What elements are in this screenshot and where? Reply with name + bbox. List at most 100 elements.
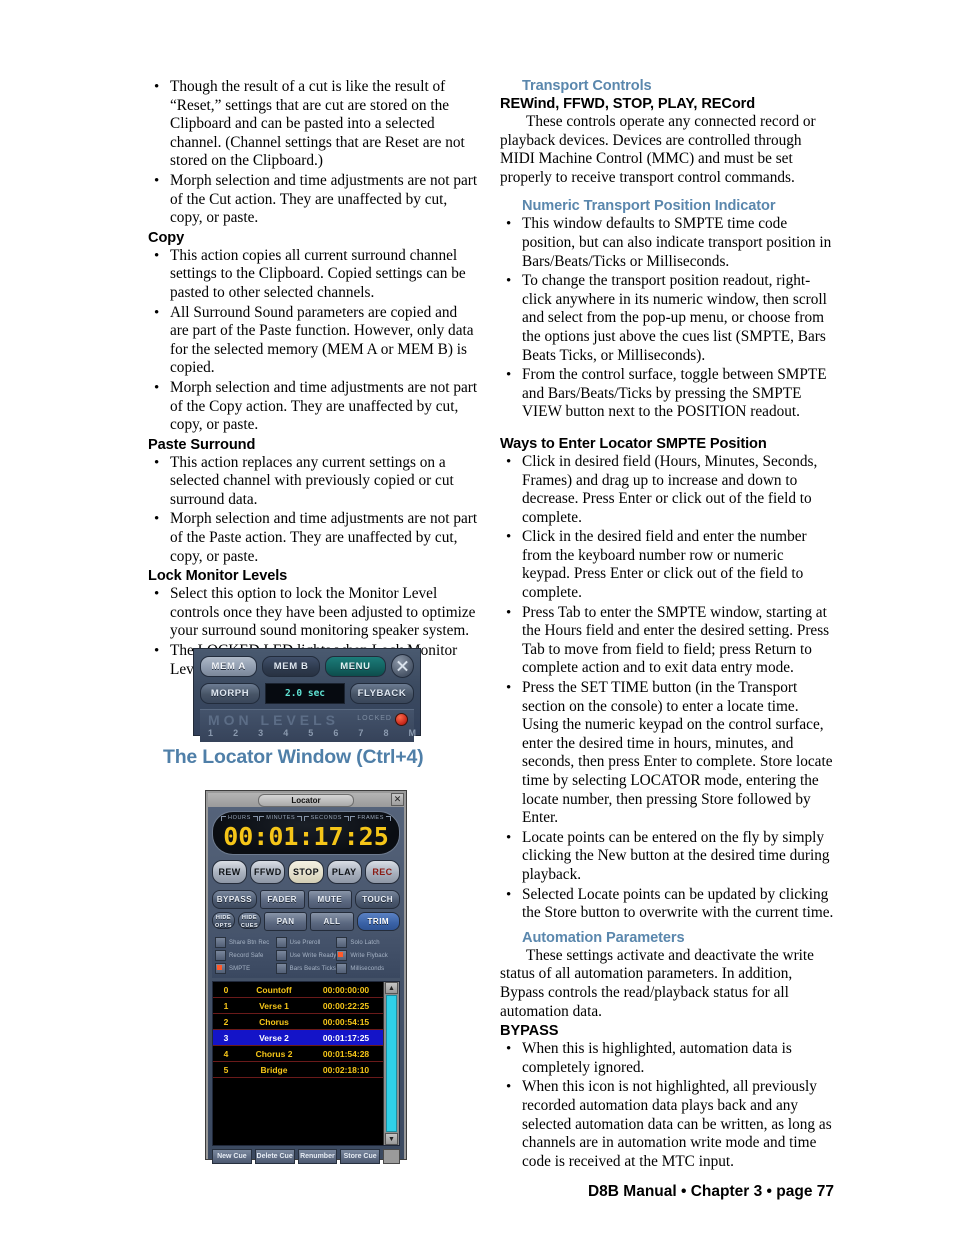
table-row[interactable]: 3 Verse 2 00:01:17:25 bbox=[213, 1030, 383, 1046]
option-label: Use Write Ready bbox=[289, 952, 337, 959]
play-button[interactable]: PLAY bbox=[326, 860, 362, 884]
list-item: Morph selection and time adjustments are… bbox=[148, 172, 478, 228]
option-share-btn-rec[interactable]: Share Btn Rec bbox=[215, 937, 276, 948]
cue-number: 5 bbox=[223, 1064, 229, 1075]
delete-cue-button[interactable]: Delete Cue bbox=[254, 1149, 295, 1164]
option-label: Write Flyback bbox=[350, 952, 388, 959]
new-cue-button[interactable]: New Cue bbox=[212, 1149, 252, 1164]
cut-bullets: Though the result of a cut is like the r… bbox=[148, 78, 478, 228]
cue-time: 00:00:00:00 bbox=[322, 984, 370, 995]
list-item: Select this option to lock the Monitor L… bbox=[148, 585, 478, 641]
option-bars-beats-ticks[interactable]: Bars Beats Ticks bbox=[275, 963, 337, 974]
mem-button-row: MEM A MEM B MENU bbox=[200, 654, 414, 678]
table-row[interactable]: 1 Verse 1 00:00:22:25 bbox=[213, 998, 383, 1014]
locator-window-figure: Locator ✕ HOURS MINUTES SECONDS FRAMES 0… bbox=[205, 790, 407, 1164]
all-button[interactable]: ALL bbox=[310, 912, 354, 931]
table-row[interactable]: 5 Bridge 00:02:18:10 bbox=[213, 1062, 383, 1078]
checkbox-icon[interactable] bbox=[275, 963, 287, 974]
list-item: Locate points can be entered on the fly … bbox=[500, 829, 835, 885]
cue-time: 00:01:54:28 bbox=[322, 1048, 370, 1059]
option-label: Share Btn Rec bbox=[229, 939, 270, 946]
cue-number: 4 bbox=[223, 1048, 229, 1059]
automation-parameters-title: Automation Parameters bbox=[522, 929, 685, 946]
cue-name: Chorus bbox=[259, 1016, 289, 1027]
smpte-time-value[interactable]: 00:01:17:25 bbox=[213, 822, 399, 851]
close-x-icon[interactable]: ✕ bbox=[391, 793, 404, 806]
cue-number: 2 bbox=[223, 1016, 229, 1027]
hide-opts-button[interactable]: HIDE OPTS bbox=[212, 912, 235, 929]
store-cue-button[interactable]: Store Cue bbox=[340, 1149, 380, 1164]
chevron-down-icon[interactable]: ▼ bbox=[385, 1133, 398, 1145]
close-x-icon[interactable] bbox=[390, 654, 414, 678]
scrollbar-thumb[interactable] bbox=[386, 995, 397, 1132]
morph-time-display[interactable]: 2.0 sec bbox=[265, 683, 345, 704]
transport-controls-title: Transport Controls bbox=[522, 78, 652, 94]
option-smpte[interactable]: SMPTE bbox=[215, 963, 276, 974]
rewind-heading: REWind, FFWD, STOP, PLAY, RECord bbox=[500, 96, 756, 112]
locator-titlebar: Locator ✕ bbox=[208, 793, 404, 807]
option-use-write-ready[interactable]: Use Write Ready bbox=[275, 950, 337, 961]
fader-button[interactable]: FADER bbox=[259, 890, 305, 909]
stop-button[interactable]: STOP bbox=[288, 860, 324, 884]
left-column: Though the result of a cut is like the r… bbox=[148, 78, 478, 680]
renumber-button[interactable]: Renumber bbox=[297, 1149, 338, 1164]
copy-heading: Copy bbox=[148, 229, 185, 246]
options-checkbox-grid: Share Btn Rec Use Preroll Solo Latch Rec… bbox=[212, 935, 400, 978]
option-solo-latch[interactable]: Solo Latch bbox=[336, 937, 397, 948]
ways-bullets: Click in desired field (Hours, Minutes, … bbox=[500, 453, 835, 923]
resize-grip-icon[interactable] bbox=[383, 1149, 400, 1164]
chevron-up-icon[interactable]: ▲ bbox=[385, 982, 398, 994]
smpte-field-labels: HOURS MINUTES SECONDS FRAMES bbox=[221, 815, 391, 821]
checkbox-icon[interactable] bbox=[215, 937, 226, 948]
table-row[interactable]: 4 Chorus 2 00:01:54:28 bbox=[213, 1046, 383, 1062]
smpte-display[interactable]: HOURS MINUTES SECONDS FRAMES 00:01:17:25 bbox=[212, 811, 400, 855]
mon-levels-strip: MON LEVELS LOCKED 1 2 3 4 5 6 7 8 M bbox=[200, 709, 416, 742]
morph-button[interactable]: MORPH bbox=[200, 683, 260, 704]
hours-label: HOURS bbox=[221, 815, 258, 821]
mem-a-button[interactable]: MEM A bbox=[200, 655, 258, 677]
option-record-safe[interactable]: Record Safe bbox=[215, 950, 276, 961]
automation-row-1: BYPASS FADER MUTE TOUCH bbox=[212, 890, 400, 909]
checkbox-icon[interactable] bbox=[336, 937, 348, 948]
channel-number: 6 bbox=[333, 728, 339, 738]
trim-button[interactable]: TRIM bbox=[356, 912, 400, 931]
seconds-label: SECONDS bbox=[303, 815, 350, 821]
copy-bullets: This action copies all current surround … bbox=[148, 247, 478, 435]
channel-number: 7 bbox=[358, 728, 364, 738]
checkbox-icon[interactable] bbox=[215, 950, 226, 961]
channel-number: 3 bbox=[258, 728, 264, 738]
option-write-flyback[interactable]: Write Flyback bbox=[336, 950, 397, 961]
checkbox-icon[interactable] bbox=[215, 963, 226, 974]
table-row[interactable]: 2 Chorus 00:00:54:15 bbox=[213, 1014, 383, 1030]
numeric-position-title: Numeric Transport Position Indicator bbox=[522, 198, 776, 215]
checkbox-icon[interactable] bbox=[275, 950, 287, 961]
checkbox-icon[interactable] bbox=[336, 950, 348, 961]
cue-list-scrollbar[interactable]: ▲ ▼ bbox=[383, 982, 399, 1145]
menu-button[interactable]: MENU bbox=[324, 655, 386, 677]
table-row[interactable]: 0 Countoff 00:00:00:00 bbox=[213, 982, 383, 998]
rew-button[interactable]: REW bbox=[212, 860, 248, 884]
checkbox-icon[interactable] bbox=[275, 937, 287, 948]
page-footer: D8B Manual • Chapter 3 • page 77 bbox=[587, 1183, 834, 1200]
list-item: Selected Locate points can be updated by… bbox=[500, 886, 835, 923]
rec-button[interactable]: REC bbox=[364, 860, 401, 884]
list-item: This action replaces any current setting… bbox=[148, 454, 478, 510]
numeric-bullets: This window defaults to SMPTE time code … bbox=[500, 215, 835, 422]
cue-list-panel[interactable]: 0 Countoff 00:00:00:00 1 Verse 1 00:00:2… bbox=[212, 981, 400, 1146]
right-column: Transport Controls REWind, FFWD, STOP, P… bbox=[500, 78, 835, 1172]
option-use-preroll[interactable]: Use Preroll bbox=[275, 937, 337, 948]
hide-cues-button[interactable]: HIDE CUES bbox=[238, 912, 261, 929]
mute-button[interactable]: MUTE bbox=[307, 890, 353, 909]
option-label: SMPTE bbox=[229, 965, 251, 972]
checkbox-icon[interactable] bbox=[336, 963, 348, 974]
touch-button[interactable]: TOUCH bbox=[355, 890, 400, 909]
pan-button[interactable]: PAN bbox=[264, 912, 308, 931]
cue-list[interactable]: 0 Countoff 00:00:00:00 1 Verse 1 00:00:2… bbox=[213, 982, 383, 1145]
option-milliseconds[interactable]: Milliseconds bbox=[336, 963, 397, 974]
bypass-bullets: When this is highlighted, automation dat… bbox=[500, 1040, 835, 1171]
flyback-button[interactable]: FLYBACK bbox=[350, 683, 414, 704]
ffwd-button[interactable]: FFWD bbox=[250, 860, 286, 884]
manual-page: Though the result of a cut is like the r… bbox=[0, 0, 954, 1235]
bypass-button[interactable]: BYPASS bbox=[212, 890, 257, 909]
mem-b-button[interactable]: MEM B bbox=[262, 655, 320, 677]
